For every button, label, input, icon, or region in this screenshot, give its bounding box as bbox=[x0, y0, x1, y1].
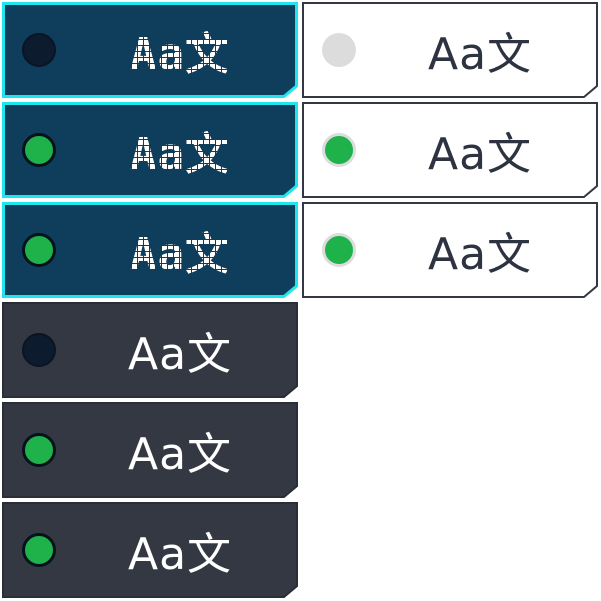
light-language-toggle-button-1[interactable]: Aa文 bbox=[302, 2, 598, 98]
light-language-toggle-button-2[interactable]: Aa文 bbox=[302, 102, 598, 198]
retro-language-toggle-button-3[interactable]: Aa文 bbox=[2, 202, 298, 298]
language-label: Aa文 bbox=[127, 429, 233, 480]
language-label: Aa文 bbox=[127, 529, 233, 580]
status-indicator-on bbox=[22, 133, 56, 167]
language-label: Aa文 bbox=[427, 229, 533, 280]
status-indicator-on bbox=[322, 133, 356, 167]
status-indicator-on bbox=[22, 433, 56, 467]
status-indicator-on bbox=[22, 533, 56, 567]
status-indicator-off bbox=[322, 33, 356, 67]
status-indicator-off bbox=[22, 33, 56, 67]
language-label: Aa文 bbox=[127, 329, 233, 380]
dark-language-toggle-button-2[interactable]: Aa文 bbox=[2, 402, 298, 498]
language-label: Aa文 bbox=[130, 29, 230, 80]
language-label: Aa文 bbox=[427, 129, 533, 180]
dark-language-toggle-button-3[interactable]: Aa文 bbox=[2, 502, 298, 598]
language-label: Aa文 bbox=[130, 229, 230, 280]
language-label: Aa文 bbox=[427, 29, 533, 80]
language-label: Aa文 bbox=[130, 129, 230, 180]
dark-language-toggle-button-1[interactable]: Aa文 bbox=[2, 302, 298, 398]
light-language-toggle-button-3[interactable]: Aa文 bbox=[302, 202, 598, 298]
status-indicator-on bbox=[322, 233, 356, 267]
retro-language-toggle-button-2[interactable]: Aa文 bbox=[2, 102, 298, 198]
retro-language-toggle-button-1[interactable]: Aa文 bbox=[2, 2, 298, 98]
status-indicator-off bbox=[22, 333, 56, 367]
status-indicator-on bbox=[22, 233, 56, 267]
